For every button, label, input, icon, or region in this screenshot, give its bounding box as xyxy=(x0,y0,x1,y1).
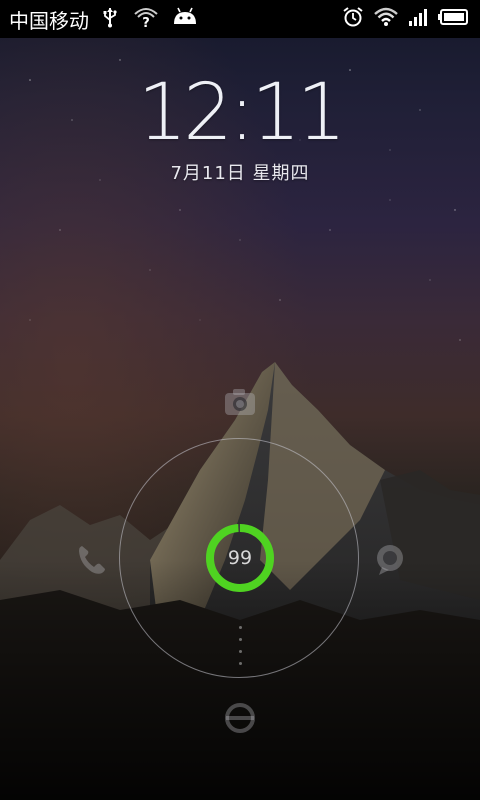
unlock-icon xyxy=(225,703,255,733)
message-shortcut[interactable] xyxy=(370,540,410,580)
unknown-notification-icon: ? xyxy=(133,6,159,32)
slide-dot xyxy=(239,650,242,653)
slide-dot xyxy=(239,638,242,641)
camera-icon xyxy=(225,389,255,415)
lock-screen: 中国移动 ? 12:11 7月11日 星期四 99 xyxy=(0,0,480,800)
phone-shortcut[interactable] xyxy=(72,540,112,580)
svg-text:?: ? xyxy=(142,16,150,28)
battery-icon xyxy=(438,8,468,30)
alarm-icon xyxy=(342,6,364,32)
unlock-shortcut[interactable] xyxy=(220,698,260,738)
slide-dot xyxy=(239,662,242,665)
usb-icon xyxy=(101,6,119,32)
slide-dot xyxy=(239,626,242,629)
phone-icon xyxy=(79,546,105,574)
battery-percent: 99 xyxy=(227,547,253,569)
status-bar: 中国移动 ? xyxy=(0,0,480,38)
message-icon xyxy=(377,545,403,575)
carrier-name: 中国移动 xyxy=(9,8,89,33)
camera-shortcut[interactable] xyxy=(220,382,260,422)
lockscreen-clock: 12:11 xyxy=(137,68,347,158)
lockscreen-date: 7月11日 星期四 xyxy=(170,163,310,184)
android-icon xyxy=(171,6,199,32)
wifi-icon xyxy=(374,7,398,31)
signal-icon xyxy=(408,8,428,30)
